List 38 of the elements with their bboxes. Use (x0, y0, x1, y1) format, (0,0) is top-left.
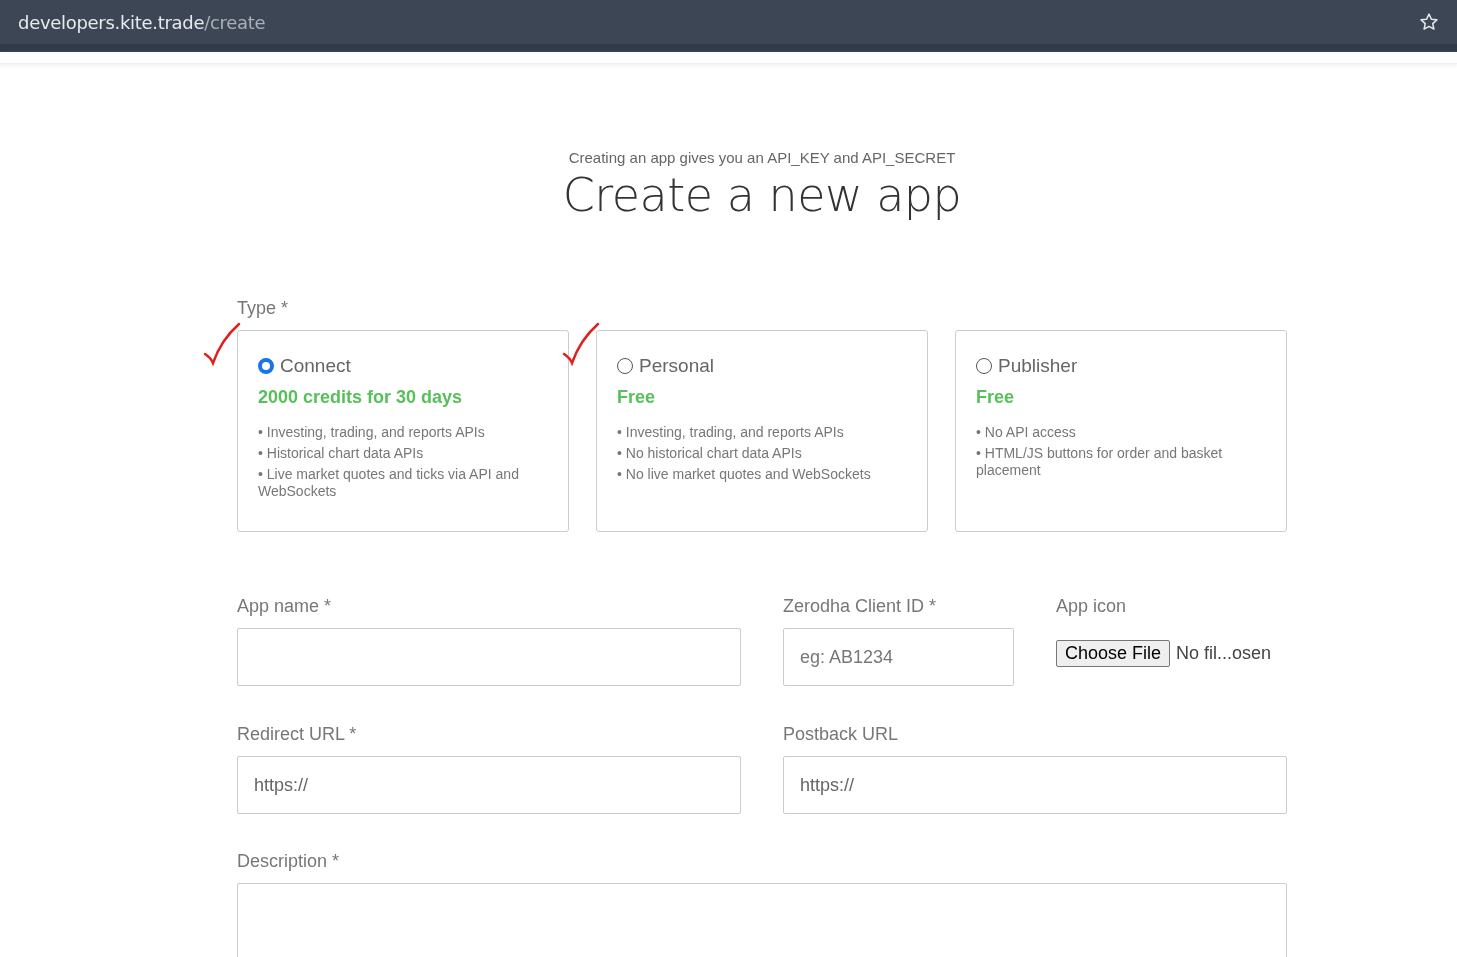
text-field[interactable]: https:// (783, 756, 1287, 814)
field-label: App name * (237, 596, 333, 618)
text-field[interactable]: eg: AB1234 (783, 628, 1014, 686)
text-field[interactable] (237, 628, 741, 686)
radio-button[interactable] (617, 358, 633, 374)
type-price: Free (617, 387, 657, 408)
field-label: Description * (237, 851, 341, 873)
subtitle: Creating an app gives you an API_KEY and API_SECRET (568, 149, 956, 166)
url-text[interactable]: developers.kite.trade/create (18, 11, 266, 33)
text-field[interactable]: https:// (237, 756, 741, 814)
feature-text: • Investing, trading, and reports APIs (617, 424, 845, 441)
app-type-card[interactable]: Personal Free • Investing, trading, and reports APIs • No historical chart data APIs • No live market quotes and WebSockets (596, 330, 928, 532)
app-type-card[interactable]: Publisher Free • No API access • HTML/JS buttons for order and basket placement (955, 330, 1287, 532)
feature-text: • Investing, trading, and reports APIs (258, 424, 486, 441)
page-title: Create a new app (562, 168, 962, 222)
file-status: No fil...osen (1176, 643, 1272, 664)
feature-text: • Historical chart data APIs (258, 445, 425, 462)
field-label: Zerodha Client ID * (783, 596, 938, 618)
feature-text: • No historical chart data APIs (617, 445, 803, 462)
app-type-card[interactable]: Connect 2000 credits for 30 days • Investing, trading, and reports APIs • Historical chart data APIs • Live market quotes and ticks via API and WebSockets (237, 330, 569, 532)
radio-button[interactable] (976, 358, 992, 374)
type-name: Connect (280, 355, 351, 377)
type-price: 2000 credits for 30 days (258, 387, 464, 408)
description-field[interactable] (237, 883, 1287, 957)
type-name: Publisher (998, 355, 1078, 377)
feature-text: • HTML/JS buttons for order and basket placement (976, 445, 1224, 479)
type-label: Type * (237, 298, 290, 320)
feature-text: • No live market quotes and WebSockets (617, 466, 872, 483)
field-label: Redirect URL * (237, 724, 358, 746)
choose-file-button[interactable]: Choose File (1056, 640, 1171, 667)
field-label: App icon (1056, 596, 1128, 618)
radio-button[interactable] (258, 358, 274, 374)
type-price: Free (976, 387, 1016, 408)
field-label: Postback URL (783, 724, 900, 746)
type-name: Personal (639, 355, 714, 377)
star-icon[interactable] (1419, 12, 1439, 32)
feature-text: • Live market quotes and ticks via API and WebSockets (258, 466, 520, 500)
feature-text: • No API access (976, 424, 1077, 441)
